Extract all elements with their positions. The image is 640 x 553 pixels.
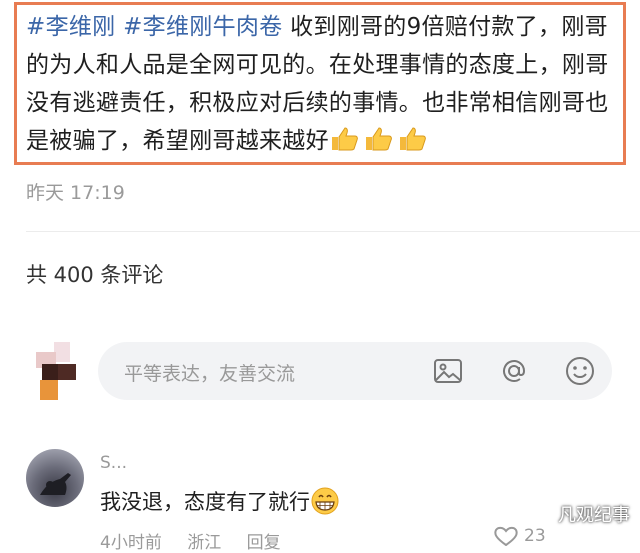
thumbs-up-icon xyxy=(399,127,426,151)
hashtag-link[interactable]: #李维刚 xyxy=(26,14,115,40)
avatar[interactable] xyxy=(26,449,84,507)
reply-button[interactable]: 回复 xyxy=(247,533,281,553)
avatar[interactable] xyxy=(36,342,80,402)
comment-username[interactable]: S... xyxy=(100,453,127,473)
at-icon[interactable] xyxy=(498,355,530,387)
post-text: #李维刚 #李维刚牛肉卷 收到刚哥的9倍赔付款了，刚哥的为人和人品是全网可见的。… xyxy=(26,8,626,160)
comment-count: 共 400 条评论 xyxy=(26,263,164,287)
person-silhouette-icon xyxy=(40,473,71,495)
post-timestamp: 昨天 17:19 xyxy=(26,182,125,204)
hashtag-link[interactable]: #李维刚牛肉卷 xyxy=(123,14,282,40)
thumbs-up-icon xyxy=(365,127,392,151)
thumbs-up-emojis xyxy=(329,122,431,160)
comment-location: 浙江 xyxy=(187,533,222,553)
comment-time: 4小时前 xyxy=(100,533,162,553)
comment-text: 我没退，态度有了就行 xyxy=(100,486,340,516)
comment-input[interactable]: 平等表达，友善交流 xyxy=(98,342,612,400)
heart-icon[interactable] xyxy=(492,526,520,546)
divider xyxy=(26,231,640,232)
emoji-icon[interactable] xyxy=(564,355,596,387)
like-count: 23 xyxy=(524,526,546,546)
list-item: S... 我没退，态度有了就行 4小时前 浙江 回复 23 xyxy=(24,446,640,553)
comment-input-placeholder: 平等表达，友善交流 xyxy=(124,363,296,385)
grinning-face-icon xyxy=(311,487,339,515)
watermark: 凡观纪事 xyxy=(558,505,630,526)
comment-body: 我没退，态度有了就行 xyxy=(100,490,310,514)
thumbs-up-icon xyxy=(331,127,358,151)
image-icon[interactable] xyxy=(432,355,464,387)
comment-meta: 4小时前 浙江 回复 xyxy=(100,528,281,553)
